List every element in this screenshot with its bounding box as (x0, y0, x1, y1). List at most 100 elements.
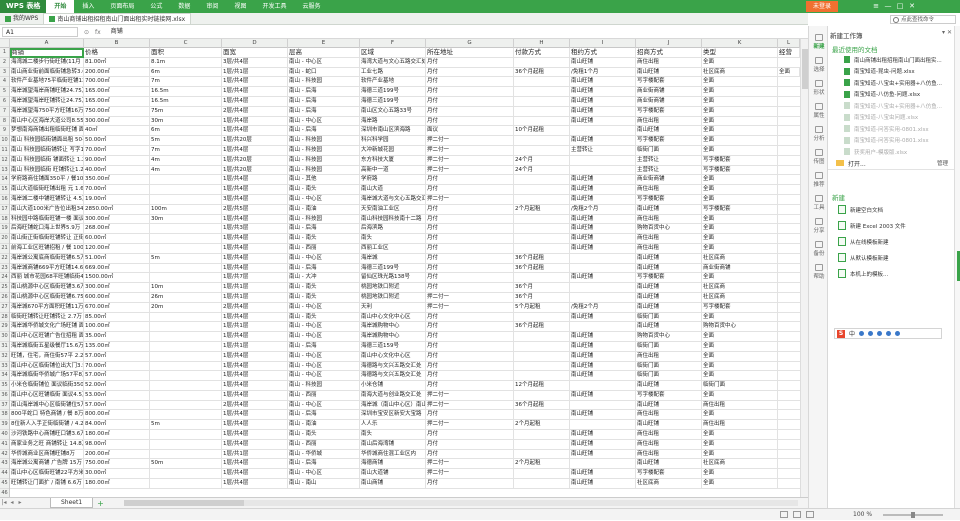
cell[interactable]: 梦想南海商铺出租临街旺铺 面议 (10, 126, 84, 137)
cell[interactable]: 海岸城临街华侨城广场57平8万 (10, 371, 84, 382)
cell[interactable]: 南山 科技园临街铺面出租 50平 2.4万 (10, 136, 84, 146)
cell[interactable] (570, 400, 636, 411)
cell[interactable]: 南山 - 后海 (288, 106, 360, 117)
recent-file-item[interactable]: 南宝知道-八宝虫问题.xlsx (828, 112, 954, 124)
cell[interactable]: 1层/共4层 (222, 243, 288, 254)
cell[interactable]: 南山旺铺 (636, 204, 702, 215)
cell[interactable]: 1层/共4层 (222, 390, 288, 401)
cell[interactable]: 南山大道临街旺铺出租 元 1.6万 (10, 185, 84, 195)
cell[interactable]: 1层/共4层 (222, 410, 288, 421)
cell[interactable] (570, 263, 636, 274)
cell[interactable]: 南山旺铺 (570, 185, 636, 195)
cell[interactable]: 租约方式 (570, 48, 636, 58)
cell[interactable]: 1层/共4层 (222, 77, 288, 88)
cell[interactable]: 南山大道100米广告位出租34万 (10, 204, 84, 215)
cell[interactable]: 84.00㎡ (84, 420, 150, 431)
cell[interactable]: 全面 (702, 145, 778, 156)
cell[interactable]: 商业街商铺 (636, 175, 702, 186)
cell[interactable]: 南山旺铺 (636, 67, 702, 78)
cell[interactable] (570, 155, 636, 166)
row-header[interactable]: 22 (0, 254, 9, 264)
cell[interactable]: 3层/共4层 (222, 194, 288, 205)
cell[interactable]: 商住出租 (636, 214, 702, 225)
row-header[interactable]: 7 (0, 107, 9, 117)
menu-cloud[interactable]: 云服务 (294, 0, 328, 13)
cell[interactable]: 669.00㎡ (84, 263, 150, 274)
cell[interactable] (514, 243, 570, 254)
cell[interactable]: 南山 - 华侨城 (288, 449, 360, 460)
cell[interactable]: 1层/共1层 (222, 449, 288, 460)
cell[interactable]: 1层/共4层 (222, 430, 288, 440)
cell[interactable]: 社区底商 (702, 292, 778, 303)
cell[interactable]: 全面 (702, 116, 778, 127)
cell[interactable]: 南山旺铺 (570, 341, 636, 352)
cell[interactable]: 南山旺铺 (636, 420, 702, 431)
cell[interactable]: 2层/共4层 (222, 400, 288, 411)
cell[interactable]: 1层/共4层 (222, 332, 288, 342)
cell[interactable]: 高新中一道 (360, 165, 426, 176)
cell[interactable]: 全面 (702, 332, 778, 342)
select-all-corner[interactable] (0, 39, 10, 48)
cell[interactable]: 月付 (426, 224, 514, 235)
cell[interactable]: 36个月起租 (514, 263, 570, 274)
cell[interactable]: 700.00㎡ (84, 77, 150, 88)
cell[interactable] (150, 479, 222, 489)
cell[interactable] (514, 312, 570, 323)
cell[interactable]: 南山海岸城中心区临街铺位5万 (10, 400, 84, 411)
cell[interactable]: 押二付一 (426, 390, 514, 401)
cell[interactable]: 商住出租 (636, 351, 702, 362)
cell[interactable]: 南山旺铺 (636, 253, 702, 264)
row-header[interactable]: 5 (0, 87, 9, 97)
cell[interactable]: 商住出租 (636, 185, 702, 195)
cell[interactable] (514, 87, 570, 97)
cell[interactable]: 华侨城商住混工业区内 (360, 449, 426, 460)
row-header[interactable]: 20 (0, 234, 9, 244)
cell[interactable]: 南山 - 南头 (288, 283, 360, 293)
cell[interactable] (514, 479, 570, 489)
menu-formula[interactable]: 公式 (142, 0, 170, 13)
cell[interactable]: 60.00㎡ (84, 234, 150, 244)
cell[interactable]: 海岸城（南山中心区）南山商 (360, 400, 426, 411)
cell[interactable]: 南山中心区旺铺广告位招租 面议 (10, 332, 84, 342)
cell[interactable]: 2个月起租 (514, 459, 570, 470)
cell[interactable]: 1层/共4层 (222, 214, 288, 225)
cell[interactable]: 南山旺铺 (570, 273, 636, 284)
cell[interactable]: 1层/共4层 (222, 439, 288, 450)
cell[interactable]: 全面 (702, 243, 778, 254)
cell[interactable]: 华侨城商业区商铺旺铺8万 (10, 449, 84, 460)
row-header[interactable]: 34 (0, 371, 9, 382)
cell[interactable]: 南山 科技园临街 旺铺转让1.2万 (10, 165, 84, 176)
cell[interactable]: 16.5m (150, 96, 222, 107)
open-label[interactable]: 打开... (848, 159, 866, 168)
cell[interactable]: 南山旺铺 (636, 263, 702, 274)
cell[interactable]: 写字楼配套 (636, 390, 702, 401)
cell[interactable]: 押二付一 (426, 469, 514, 480)
cell[interactable]: 月付 (426, 371, 514, 382)
cell[interactable] (514, 214, 570, 225)
cell[interactable]: /免租2个月 (570, 204, 636, 215)
cell[interactable]: 南山中心区旺铺临街 面议4.5万 (10, 390, 84, 401)
cell[interactable]: 海岸城大道与文心五路交汇处 (360, 194, 426, 205)
row-header[interactable]: 30 (0, 332, 9, 342)
cell[interactable]: 旺铺，住宅，商住街57平 2.2万 (10, 351, 84, 362)
column-header[interactable]: J (636, 39, 702, 48)
cell[interactable]: 南山 - 南油 (288, 204, 360, 215)
cell[interactable] (150, 469, 222, 480)
cell[interactable]: 南山旺铺 (570, 439, 636, 450)
row-header[interactable]: 12 (0, 156, 9, 166)
cell[interactable]: 月付 (426, 67, 514, 78)
cell[interactable]: 350.00㎡ (84, 175, 150, 186)
cell[interactable]: 南山旺铺 (636, 459, 702, 470)
cell[interactable]: 南山科技园科技南十二路 (360, 214, 426, 225)
cell[interactable]: 写字楼配套 (636, 194, 702, 205)
cell[interactable]: 临街门面 (636, 312, 702, 323)
cell[interactable]: 70.00㎡ (84, 185, 150, 195)
cell[interactable] (514, 332, 570, 342)
row-header[interactable]: 10 (0, 136, 9, 146)
cell[interactable]: 写字楼配套 (636, 106, 702, 117)
cell[interactable]: 写字楼配套 (636, 136, 702, 146)
cell[interactable]: 区域 (360, 48, 426, 58)
cell[interactable]: 165.00㎡ (84, 96, 150, 107)
row-header[interactable]: 31 (0, 342, 9, 352)
skin-icon[interactable] (886, 331, 892, 336)
